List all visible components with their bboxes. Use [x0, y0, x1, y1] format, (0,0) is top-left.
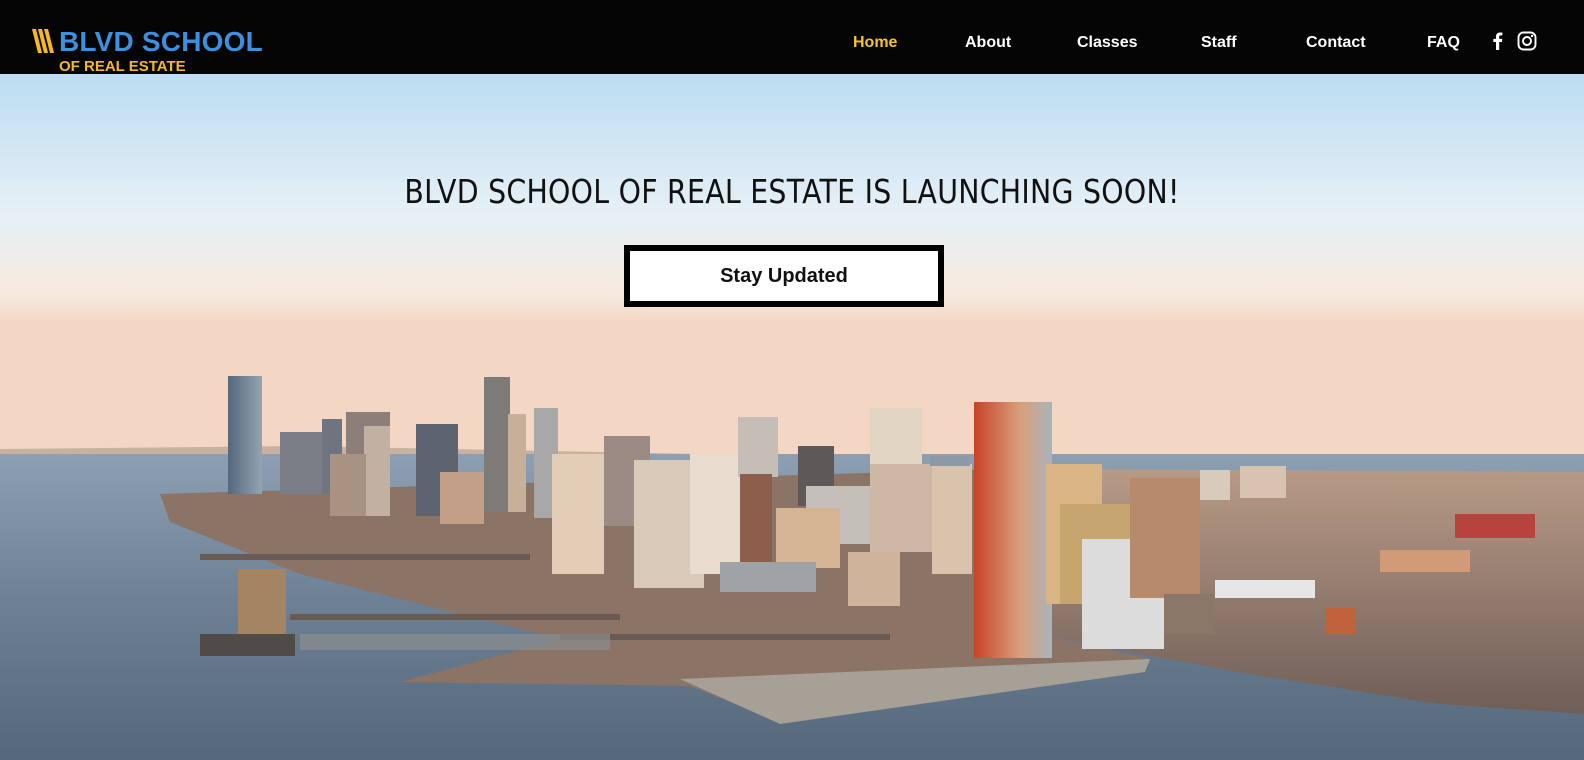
facebook-icon[interactable] — [1488, 31, 1508, 51]
hero-section: BLVD SCHOOL OF REAL ESTATE IS LAUNCHING … — [0, 74, 1584, 760]
stay-updated-button[interactable]: Stay Updated — [624, 245, 944, 307]
nav-contact[interactable]: Contact — [1306, 32, 1366, 54]
hero-headline: BLVD SCHOOL OF REAL ESTATE IS LAUNCHING … — [404, 172, 1180, 211]
nav-classes[interactable]: Classes — [1077, 32, 1138, 54]
nav-home[interactable]: Home — [853, 32, 897, 54]
logo-stripes-icon — [32, 29, 54, 53]
instagram-icon[interactable] — [1517, 31, 1537, 51]
nav-about[interactable]: About — [965, 32, 1011, 54]
nav-staff[interactable]: Staff — [1201, 32, 1237, 54]
site-header: BLVD SCHOOL OF REAL ESTATE Home About Cl… — [0, 0, 1584, 76]
logo-title: BLVD SCHOOL — [59, 26, 263, 57]
nav-faq[interactable]: FAQ — [1427, 32, 1460, 54]
site-logo[interactable]: BLVD SCHOOL OF REAL ESTATE — [28, 26, 268, 76]
